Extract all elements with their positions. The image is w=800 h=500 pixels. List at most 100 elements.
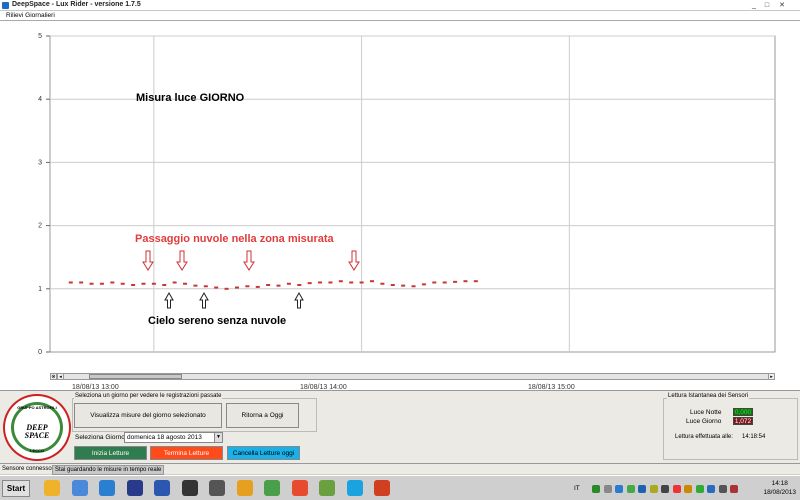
y-tick-label: 1 xyxy=(38,286,42,293)
chevron-down-icon[interactable]: ▼ xyxy=(214,433,222,442)
tray-icon[interactable] xyxy=(603,485,612,493)
y-tick-label: 5 xyxy=(38,33,42,40)
data-point xyxy=(120,282,125,285)
data-point xyxy=(162,284,167,287)
plot-border xyxy=(49,35,776,353)
minimize-button[interactable]: _ xyxy=(748,1,760,10)
cloud-arrow-icon xyxy=(142,250,154,271)
chart-scrollbar[interactable]: ⊗ ◂ ▸ xyxy=(50,373,775,380)
data-point xyxy=(131,284,136,287)
window-title: DeepSpace - Lux Rider - versione 1.7.5 xyxy=(12,1,141,8)
data-point xyxy=(359,281,364,284)
data-point xyxy=(297,284,302,287)
control-panel: GRUPPO ASTROFILI DEEP SPACE LECCO Selezi… xyxy=(0,390,800,463)
night-light-value: 0,000 xyxy=(733,408,753,416)
tray-icon[interactable] xyxy=(661,485,669,493)
data-point xyxy=(110,281,115,284)
deepspace-icon[interactable] xyxy=(126,480,143,496)
sensor-group xyxy=(663,398,798,460)
start-readings-button[interactable]: Inizia Letture xyxy=(74,446,147,460)
scroll-left-arrow[interactable]: ◂ xyxy=(57,373,64,380)
delete-today-button[interactable]: Cancella Letture oggi xyxy=(227,446,300,460)
logo-top-text: GRUPPO ASTROFILI xyxy=(17,405,57,410)
y-tick-label: 4 xyxy=(38,96,42,103)
tray-icon[interactable] xyxy=(592,485,600,493)
annotation-day: Misura luce GIORNO xyxy=(136,92,245,104)
data-point xyxy=(401,284,406,287)
chart-area: 0 1 2 3 4 5 ⊗ ◂ ▸ Misura luce GIORNO Passaggi… xyxy=(0,21,800,391)
tray-icon[interactable] xyxy=(684,485,692,493)
media-icon[interactable] xyxy=(236,480,253,496)
tray-icon[interactable] xyxy=(695,485,704,493)
folder-icon[interactable] xyxy=(71,480,88,496)
data-point xyxy=(442,281,447,284)
close-button[interactable]: ✕ xyxy=(776,1,788,10)
data-point xyxy=(255,285,260,288)
data-point xyxy=(286,282,291,285)
chrome-icon[interactable] xyxy=(291,480,308,496)
image-icon[interactable] xyxy=(264,480,280,496)
word-icon[interactable] xyxy=(154,480,170,496)
y-tick-label: 0 xyxy=(38,349,42,356)
tray-icon[interactable] xyxy=(638,485,646,493)
date-picker[interactable]: domenica 18 agosto 2013 ▼ xyxy=(124,432,223,443)
clear-arrow-icon xyxy=(164,291,174,309)
messenger-icon[interactable] xyxy=(44,480,60,496)
data-point xyxy=(453,280,458,283)
tray-icon[interactable] xyxy=(626,485,635,493)
stop-readings-button[interactable]: Termina Letture xyxy=(150,446,223,460)
tray-icon[interactable] xyxy=(718,485,727,493)
past-days-group-label: Seleziona un giorno per vedere le regist… xyxy=(74,393,223,399)
search-icon[interactable] xyxy=(209,480,225,496)
ie-icon[interactable] xyxy=(99,480,115,496)
view-day-button[interactable]: Visualizza misure del giorno selezionato xyxy=(74,403,222,428)
language-indicator[interactable]: IT xyxy=(574,485,580,492)
annotation-clear: Cielo sereno senza nuvole xyxy=(148,315,287,327)
data-point xyxy=(390,284,395,287)
data-point xyxy=(141,282,146,285)
y-tick-label: 2 xyxy=(38,223,42,230)
data-point xyxy=(432,281,437,284)
menu-bar: Rilievi Giornalieri xyxy=(0,11,800,21)
data-point xyxy=(307,282,312,285)
scroll-thumb[interactable] xyxy=(89,374,182,379)
tray-icon[interactable] xyxy=(615,485,623,493)
start-button[interactable]: Start xyxy=(2,480,30,497)
data-point xyxy=(172,281,177,284)
data-point xyxy=(214,286,219,289)
tray-icon[interactable] xyxy=(649,485,658,493)
start-label: Start xyxy=(6,484,26,493)
data-point xyxy=(89,282,94,285)
day-light-value: 1,072 xyxy=(733,417,753,425)
deepspace-logo: GRUPPO ASTROFILI DEEP SPACE LECCO xyxy=(3,394,71,461)
tray-icon[interactable] xyxy=(730,485,738,493)
back-to-today-button[interactable]: Ritorna a Oggi xyxy=(226,403,299,428)
pen-icon[interactable] xyxy=(319,480,335,496)
taskbar: Start IT 14:18 18/08/2013 xyxy=(0,475,800,500)
reading-time-label: Lettura effettuata alle: xyxy=(675,434,733,440)
tray-icon[interactable] xyxy=(672,485,681,493)
data-point xyxy=(266,284,271,287)
data-point xyxy=(349,281,354,284)
menu-item-rilievi[interactable]: Rilievi Giornalieri xyxy=(6,12,55,19)
cloud-arrow-icon xyxy=(176,250,188,271)
archive-icon[interactable] xyxy=(374,480,390,496)
skype-icon[interactable] xyxy=(346,480,363,496)
tray-icon[interactable] xyxy=(707,485,715,493)
reading-time-value: 14:18:54 xyxy=(742,434,766,440)
cloud-arrow-icon xyxy=(243,250,255,271)
camera-icon[interactable] xyxy=(181,480,198,496)
taskbar-clock[interactable]: 14:18 18/08/2013 xyxy=(763,479,796,497)
status-realtime: Stai guardando le misure in tempo reale xyxy=(52,465,165,475)
data-point xyxy=(421,283,426,286)
data-point xyxy=(328,281,333,284)
data-point xyxy=(338,280,343,283)
data-point xyxy=(245,285,250,288)
data-point xyxy=(318,281,323,284)
chart-svg: 0 1 2 3 4 5 xyxy=(38,33,776,356)
scroll-right-arrow[interactable]: ▸ xyxy=(768,373,775,380)
data-point xyxy=(183,282,188,285)
scroll-zoom-reset[interactable]: ⊗ xyxy=(50,373,57,380)
maximize-button[interactable]: □ xyxy=(761,1,773,10)
status-connected: Sensore connesso xyxy=(2,466,52,472)
